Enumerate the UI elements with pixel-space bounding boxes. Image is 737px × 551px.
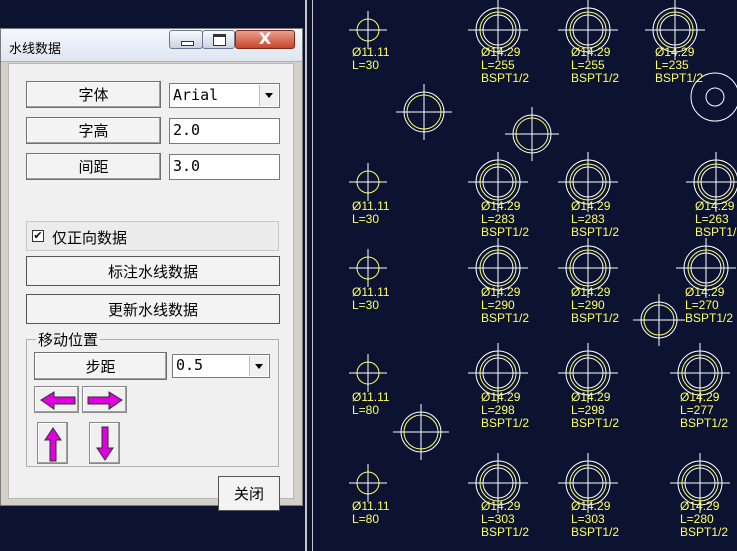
positive-only-checkbox[interactable]: ✔ [32,230,44,242]
maximize-icon [213,34,226,46]
hole-annotation: Ø14.29 L=255 BSPT1/2 [571,45,620,85]
viewport-divider [305,0,307,551]
annotate-waterline-button[interactable]: 标注水线数据 [26,256,280,286]
hole-annotation: Ø14.29 L=303 BSPT1/2 [571,499,620,539]
hole-annotation: Ø14.29 L=283 BSPT1/2 [571,199,620,239]
update-waterline-button[interactable]: 更新水线数据 [26,294,280,324]
dialog-title: 水线数据 [9,42,62,57]
hole-annotation: Ø14.29 L=280 BSPT1/2 [680,499,729,539]
chevron-down-icon[interactable] [249,356,268,376]
hole-annotation: Ø14.29 L=303 BSPT1/2 [481,499,530,539]
arrow-left-icon [40,391,76,410]
dialog-client-area: 字体 Arial 字高 2.0 间距 3.0 ✔ 仅正向数据 标注水线数据 更新… [8,63,294,511]
spacing-button[interactable]: 间距 [26,153,161,180]
move-left-button[interactable] [34,386,79,413]
positive-only-label: 仅正向数据 [52,229,128,247]
hole-annotation: Ø14.29 L=270 BSPT1/2 [685,285,734,325]
minimize-icon [181,41,194,46]
arrow-down-icon [96,426,114,461]
font-button[interactable]: 字体 [26,81,161,108]
window-close-button[interactable]: X [235,29,295,49]
step-button[interactable]: 步距 [34,352,167,380]
move-up-button[interactable] [37,422,68,464]
step-combo[interactable]: 0.5 [172,354,270,378]
hole-annotation: Ø14.29 L=290 BSPT1/2 [571,285,620,325]
hole-annotation: Ø14.29 L=255 BSPT1/2 [481,45,530,85]
hole-annotation: Ø14.29 L=263 BSPT1/2 [695,199,737,239]
hole-annotation: Ø11.11 L=80 [352,499,390,526]
hole-annotation: Ø11.11 L=30 [352,199,390,226]
hole-annotation: Ø14.29 L=290 BSPT1/2 [481,285,530,325]
close-icon: X [258,29,272,48]
side-port-inner [705,87,725,107]
spacing-input[interactable]: 3.0 [169,154,280,180]
text-height-input[interactable]: 2.0 [169,118,280,144]
hole-annotation: Ø14.29 L=235 BSPT1/2 [655,45,704,85]
hole-annotation: Ø14.29 L=298 BSPT1/2 [571,390,620,430]
text-height-button[interactable]: 字高 [26,117,161,144]
move-position-label: 移动位置 [36,329,101,350]
title-bar[interactable]: 水线数据 X [1,29,302,62]
font-combo[interactable]: Arial [169,83,280,108]
hole-annotation: Ø11.11 L=30 [352,285,390,312]
positive-only-row[interactable]: ✔ 仅正向数据 [26,221,279,251]
chevron-down-icon[interactable] [259,85,278,106]
hole-annotation: Ø14.29 L=298 BSPT1/2 [481,390,530,430]
arrow-up-icon [44,427,62,462]
hole-annotation: Ø14.29 L=277 BSPT1/2 [680,390,729,430]
font-combo-value: Arial [173,86,219,104]
move-position-group: 移动位置 步距 0.5 [26,329,279,467]
step-combo-value: 0.5 [176,356,204,374]
viewport-divider-inner [312,0,313,551]
hole-annotation: Ø11.11 L=30 [352,45,390,72]
move-down-button[interactable] [89,422,120,464]
minimize-button[interactable] [169,30,203,49]
hole-annotation: Ø14.29 L=283 BSPT1/2 [481,199,530,239]
maximize-button[interactable] [202,30,235,49]
arrow-right-icon [87,391,123,410]
close-dialog-button[interactable]: 关闭 [218,476,280,511]
hole-annotation: Ø11.11 L=80 [352,390,390,417]
move-right-button[interactable] [82,386,127,413]
waterline-dialog: 水线数据 X 字体 Arial 字高 2.0 间距 3.0 ✔ 仅正向数据 标注… [0,28,303,511]
